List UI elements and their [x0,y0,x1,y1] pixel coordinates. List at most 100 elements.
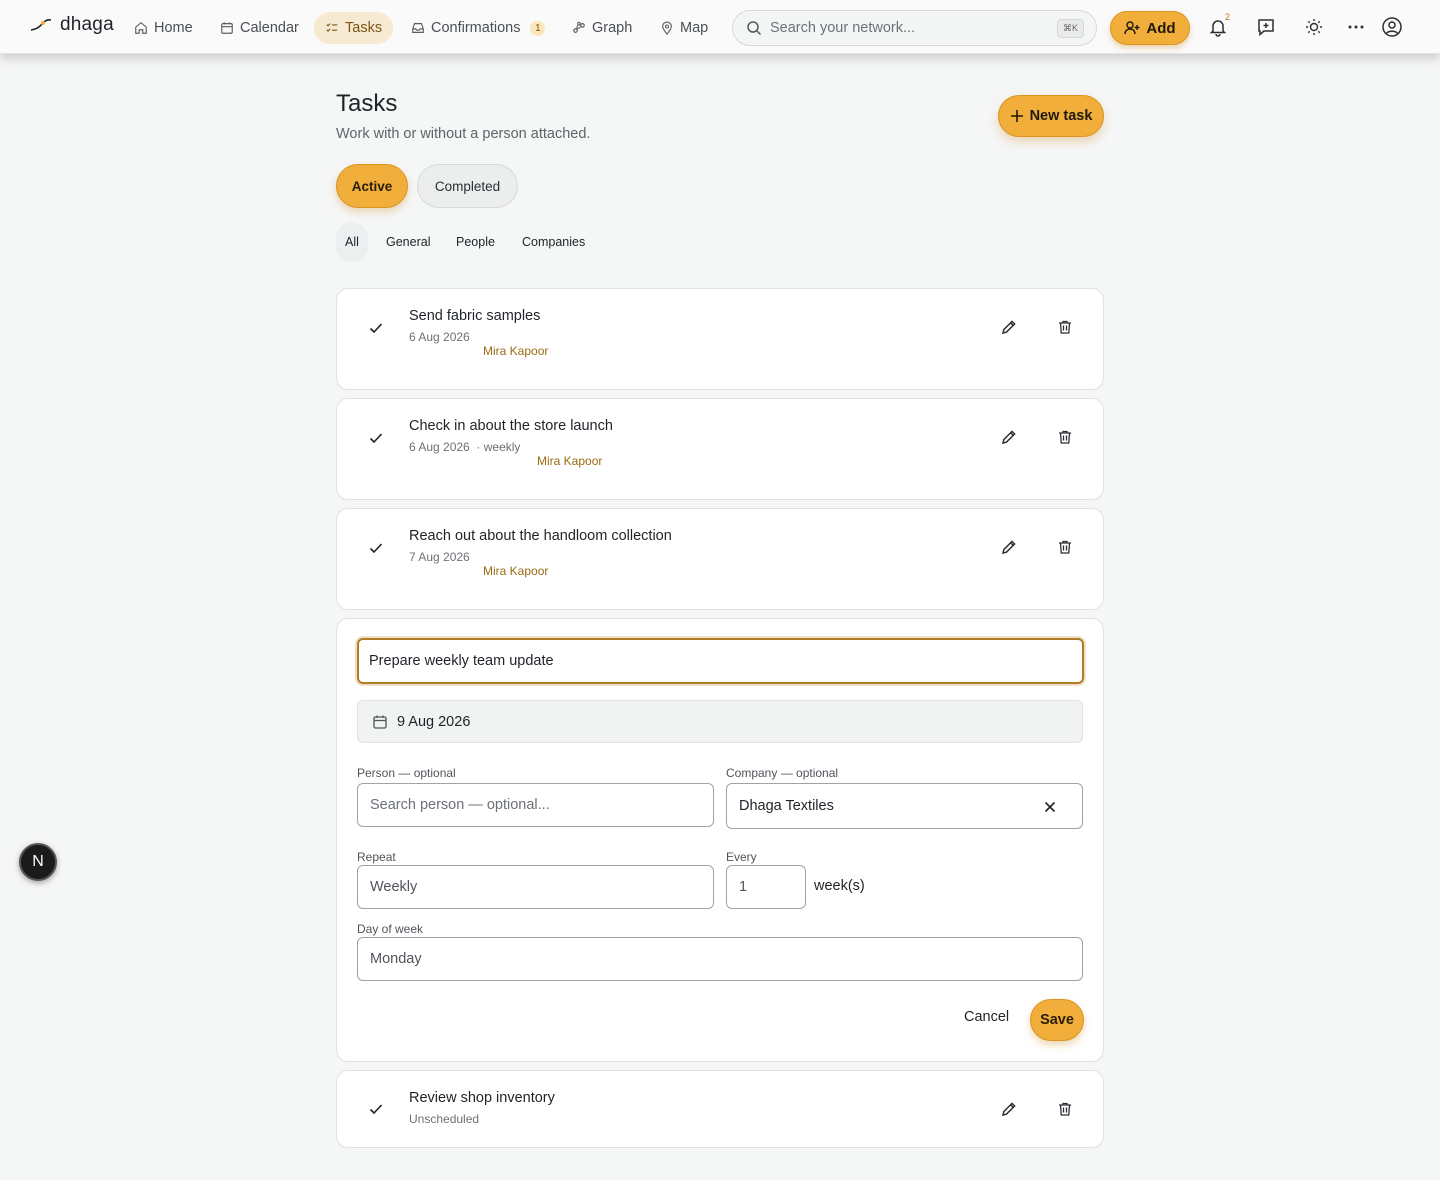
delete-task-button[interactable] [1054,426,1076,448]
nav-tasks[interactable]: Tasks [314,12,394,44]
notification-count: 2 [1224,12,1230,22]
task-card: Reach out about the handloom collection … [336,508,1104,610]
day-of-week-value: Monday [370,951,422,967]
more-icon [1348,25,1364,29]
nav-home[interactable]: Home [123,12,204,44]
trash-icon [1059,540,1071,554]
calendar-icon [221,22,233,34]
person-field-label: Person — optional [357,766,456,780]
home-icon [135,22,147,34]
task-person-link[interactable]: Mira Kapoor [537,454,602,468]
filter-people[interactable]: People [456,222,495,262]
delete-task-button[interactable] [1054,1098,1076,1120]
tasks-icon [326,23,338,32]
delete-task-button[interactable] [1054,536,1076,558]
complete-task-check-icon[interactable] [368,540,384,556]
task-title: Reach out about the handloom collection [409,528,672,544]
search-input[interactable] [770,20,1050,36]
company-select[interactable]: Dhaga Textiles [726,783,1083,829]
company-value: Dhaga Textiles [739,798,834,814]
complete-task-check-icon[interactable] [368,430,384,446]
task-title-input[interactable] [357,638,1084,684]
edit-task-button[interactable] [998,426,1020,448]
task-date: 6 Aug 2026 [409,330,470,344]
plus-icon [1010,110,1023,122]
filter-general[interactable]: General [386,222,430,262]
global-search[interactable]: ⌘K [732,10,1097,46]
tab-completed-label: Completed [434,178,501,194]
nav-map-label: Map [680,20,709,36]
task-card: Check in about the store launch 6 Aug 20… [336,398,1104,500]
task-person-link[interactable]: Mira Kapoor [483,564,548,578]
edit-task-button[interactable] [998,536,1020,558]
every-interval-input[interactable] [726,865,806,909]
complete-task-check-icon[interactable] [368,320,384,336]
task-title: Check in about the store launch [409,418,613,434]
dev-tools-badge[interactable]: N [19,843,57,881]
inbox-icon [412,23,424,33]
delete-task-button[interactable] [1054,316,1076,338]
edit-task-button[interactable] [998,316,1020,338]
theme-toggle-button[interactable] [1301,14,1327,40]
account-button[interactable] [1379,14,1405,40]
every-field-label: Every [726,850,757,864]
filter-companies[interactable]: Companies [522,222,585,262]
nav-graph[interactable]: Graph [561,12,643,44]
trash-icon [1059,320,1071,334]
repeat-select[interactable]: Weekly [357,865,714,909]
save-button[interactable]: Save [1030,999,1084,1041]
new-message-button[interactable] [1253,14,1279,40]
task-date-text: 6 Aug 2026 [409,330,470,344]
nav-map[interactable]: Map [649,12,719,44]
new-task-button[interactable]: New task [998,95,1104,137]
task-title: Review shop inventory [409,1090,555,1106]
nav-confirmations[interactable]: Confirmations 1 [400,12,556,44]
page-subtitle: Work with or without a person attached. [336,126,591,142]
pencil-icon [1001,1102,1016,1117]
confirmations-count-badge: 1 [530,20,546,36]
user-plus-icon [1124,21,1140,35]
task-edit-form: 9 Aug 2026 Person — optional Company — o… [336,618,1104,1062]
edit-task-button[interactable] [998,1098,1020,1120]
map-pin-icon [662,21,672,35]
task-card: Review shop inventory Unscheduled [336,1070,1104,1148]
trash-icon [1059,430,1071,444]
filter-all[interactable]: All [336,222,368,262]
day-of-week-select[interactable]: Monday [357,937,1083,981]
repeat-value: Weekly [370,879,418,895]
nav-tasks-label: Tasks [345,20,383,36]
trash-icon [1059,1102,1071,1116]
brand[interactable]: dhaga [30,14,114,36]
notifications-button[interactable]: 2 [1205,12,1231,40]
nav-calendar[interactable]: Calendar [209,12,310,44]
save-button-label: Save [1040,1012,1074,1028]
nav-graph-label: Graph [592,20,633,36]
nav-home-label: Home [154,20,193,36]
task-date: 6 Aug 2026 · weekly [409,440,520,454]
filter-companies-label: Companies [522,235,586,249]
filter-all-label: All [345,235,359,249]
tab-active[interactable]: Active [336,164,408,208]
nav-calendar-label: Calendar [240,20,299,36]
add-button-label: Add [1146,19,1176,37]
task-date: 7 Aug 2026 [409,550,470,564]
tab-completed[interactable]: Completed [417,164,518,208]
task-card: Send fabric samples 6 Aug 2026 Mira Kapo… [336,288,1104,390]
task-unscheduled: Unscheduled [409,1112,480,1126]
search-icon [747,21,762,36]
pencil-icon [1001,320,1016,335]
task-repeat-text: · weekly [476,440,521,454]
person-search-input[interactable] [357,783,714,827]
clear-company-close-icon[interactable] [1042,799,1058,815]
nav-confirmations-label: Confirmations [431,20,521,36]
pencil-icon [1001,540,1016,555]
task-date-text: 6 Aug 2026 [409,440,470,454]
more-options-button[interactable] [1343,14,1369,40]
complete-task-check-icon[interactable] [368,1101,384,1117]
cancel-button[interactable]: Cancel [964,1009,1009,1025]
task-person-link[interactable]: Mira Kapoor [483,344,548,358]
interval-unit-label: week(s) [814,878,865,894]
calendar-icon [373,715,387,729]
add-contact-button[interactable]: Add [1110,11,1190,45]
due-date-picker[interactable]: 9 Aug 2026 [357,700,1083,743]
